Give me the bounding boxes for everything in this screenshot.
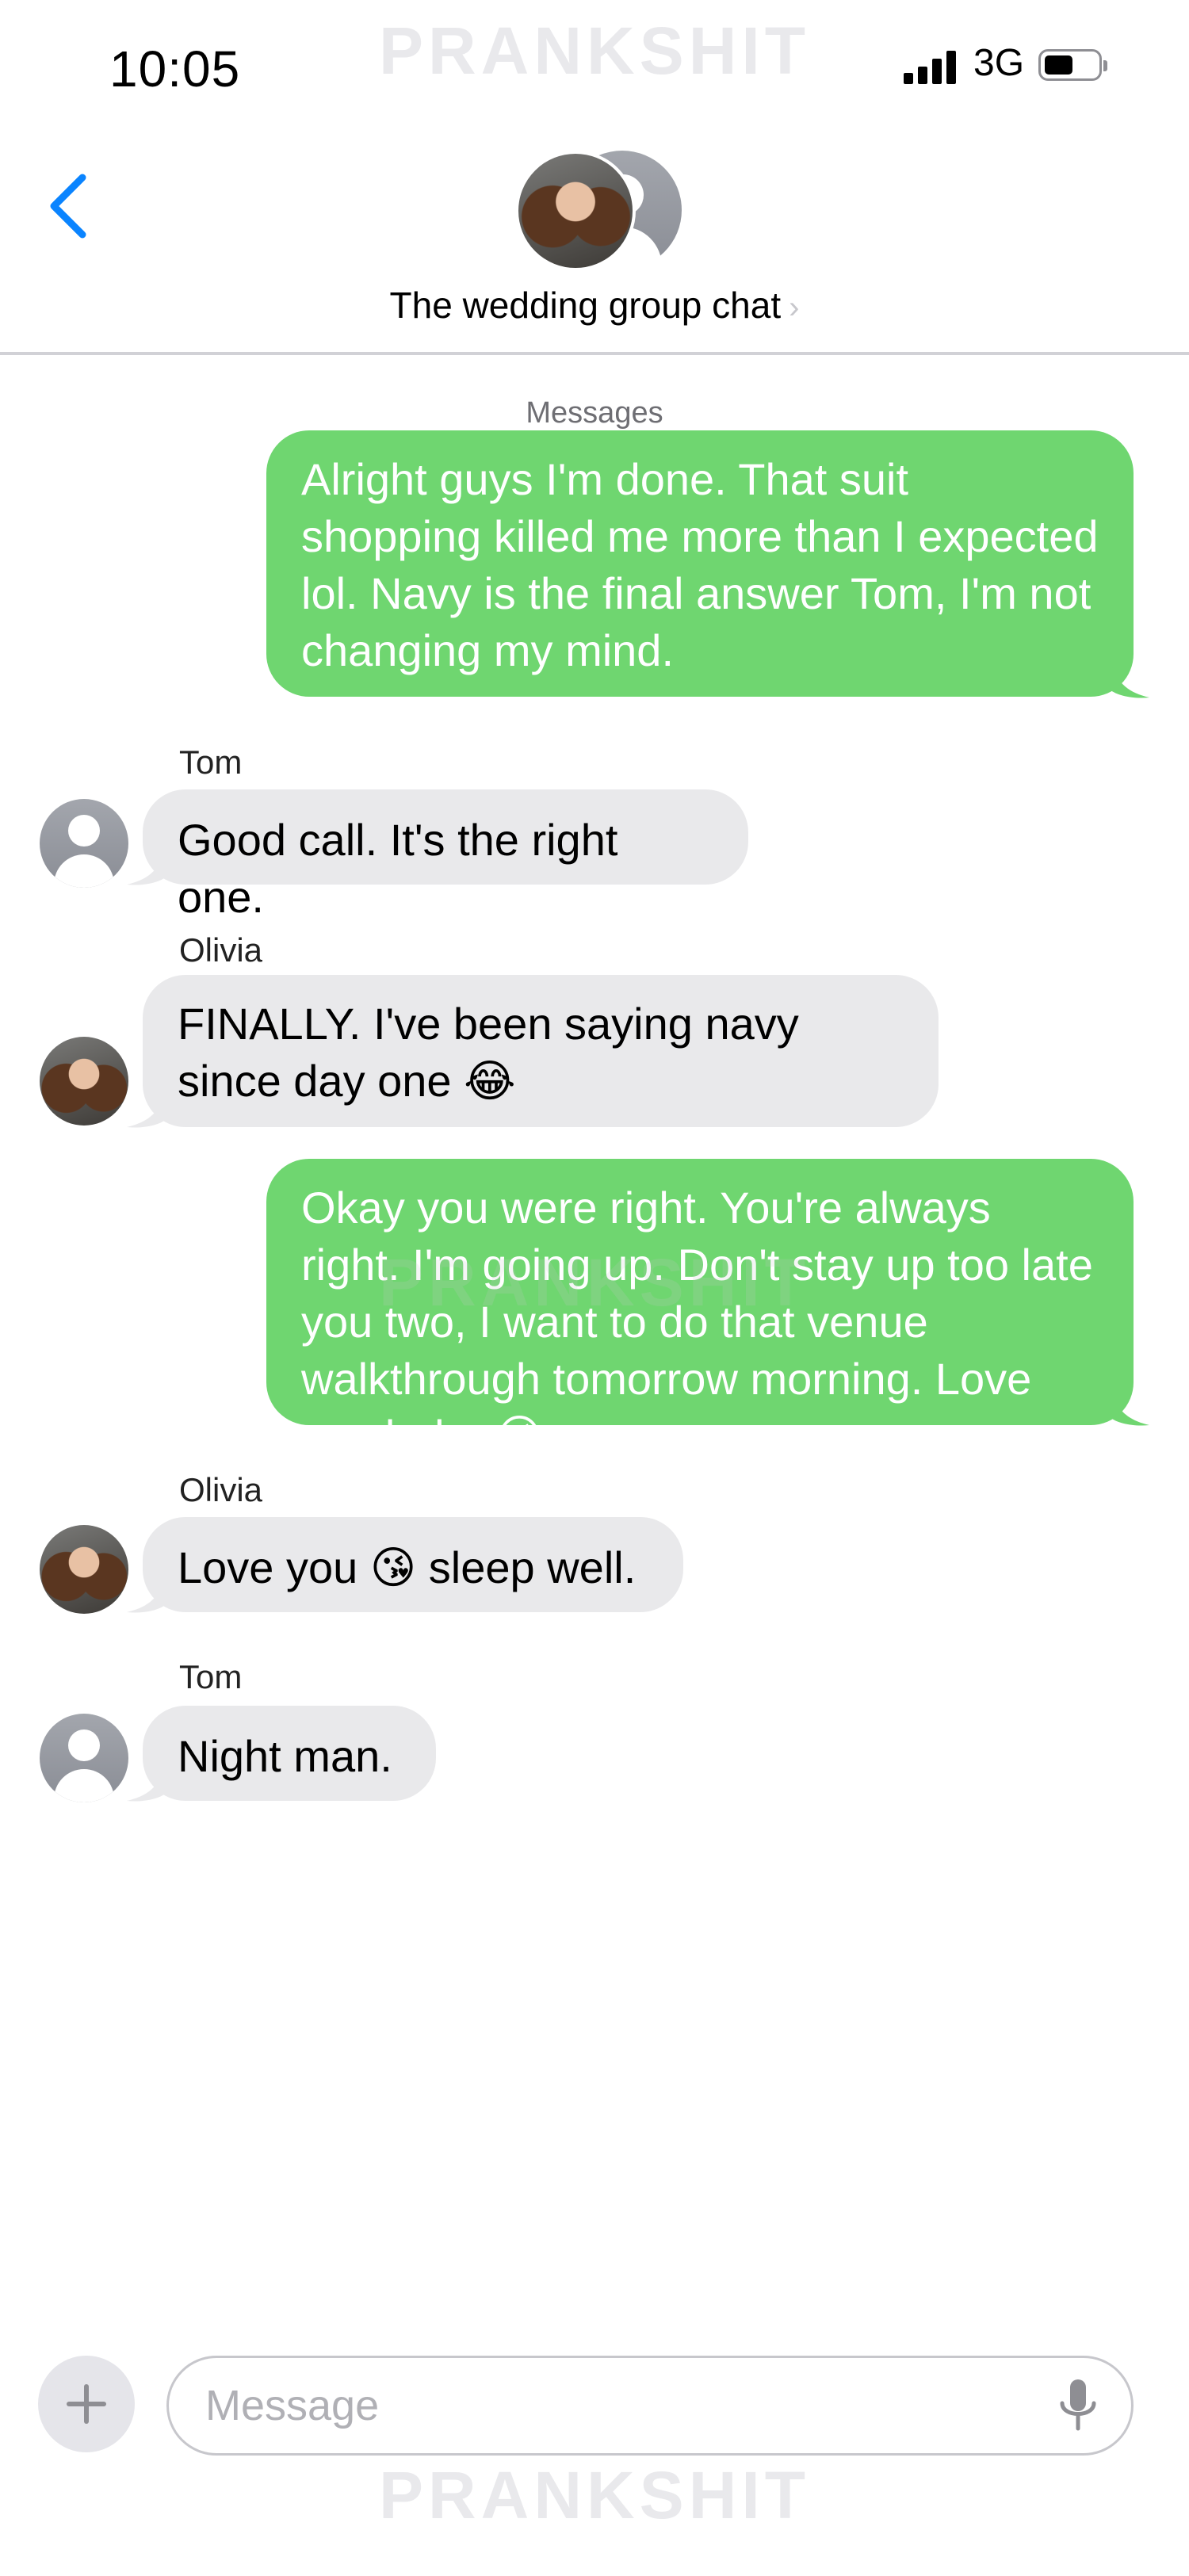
bubble-tail bbox=[127, 848, 166, 885]
bubble-tail bbox=[1110, 661, 1149, 698]
face-blowing-kiss-emoji: 😘 bbox=[496, 1411, 543, 1462]
message-text: Night man. bbox=[178, 1731, 392, 1781]
message-bubble[interactable]: Good call. It's the right one. bbox=[143, 789, 748, 922]
sender-name: Olivia bbox=[179, 931, 263, 969]
status-bar: 10:05 3G bbox=[0, 0, 1189, 143]
member-avatar-photo bbox=[515, 151, 636, 271]
battery-icon bbox=[1038, 49, 1107, 81]
sender-name: Olivia bbox=[179, 1471, 263, 1508]
face-blowing-kiss-emoji: 😘 bbox=[369, 1542, 417, 1594]
group-avatar[interactable] bbox=[515, 151, 682, 277]
battery-level-fill bbox=[1045, 55, 1072, 75]
sender-name: Tom bbox=[179, 1658, 243, 1695]
contact-avatar[interactable] bbox=[40, 1714, 128, 1802]
plus-icon[interactable] bbox=[38, 2356, 135, 2452]
chat-title: The wedding group chat bbox=[389, 285, 782, 326]
message-bubble[interactable]: Okay you were right. You're always right… bbox=[266, 1159, 1134, 1462]
message-bubble[interactable]: Love you 😘 sleep well. bbox=[143, 1517, 683, 1612]
contact-avatar[interactable] bbox=[40, 799, 128, 888]
bubble-tail bbox=[1110, 1389, 1149, 1426]
chat-title-button[interactable]: The wedding group chat › bbox=[0, 284, 1189, 327]
message-text: Alright guys I'm done. That suit shoppin… bbox=[301, 454, 1099, 675]
contact-avatar[interactable] bbox=[40, 1525, 128, 1614]
message-text-before: Love you bbox=[178, 1542, 358, 1592]
message-bubble[interactable]: Night man. bbox=[143, 1706, 436, 1801]
network-type: 3G bbox=[973, 42, 1025, 84]
sender-name: Tom bbox=[179, 743, 243, 781]
conversation-header: The wedding group chat › bbox=[0, 143, 1189, 355]
message-input[interactable] bbox=[166, 2356, 1134, 2456]
bubble-tail bbox=[127, 1091, 166, 1128]
service-label: Messages bbox=[526, 396, 663, 430]
face-with-tears-of-joy-emoji: 😂 bbox=[464, 1056, 516, 1107]
bubble-tail bbox=[127, 1764, 166, 1802]
cellular-signal-icon bbox=[904, 49, 959, 84]
bubble-tail bbox=[127, 1576, 166, 1613]
message-composer bbox=[0, 2346, 1189, 2481]
chevron-left-icon[interactable] bbox=[43, 166, 98, 246]
message-text-after: sleep well. bbox=[428, 1542, 637, 1592]
microphone-icon[interactable] bbox=[1054, 2376, 1102, 2440]
message-bubble[interactable]: Alright guys I'm done. That suit shoppin… bbox=[266, 430, 1134, 697]
chevron-right-icon: › bbox=[789, 290, 800, 325]
contact-avatar[interactable] bbox=[40, 1037, 128, 1126]
message-text: Okay you were right. You're always right… bbox=[301, 1183, 1093, 1461]
message-text: Good call. It's the right one. bbox=[178, 815, 618, 922]
message-bubble[interactable]: FINALLY. I've been saying navy since day… bbox=[143, 975, 939, 1127]
status-time: 10:05 bbox=[109, 40, 241, 97]
